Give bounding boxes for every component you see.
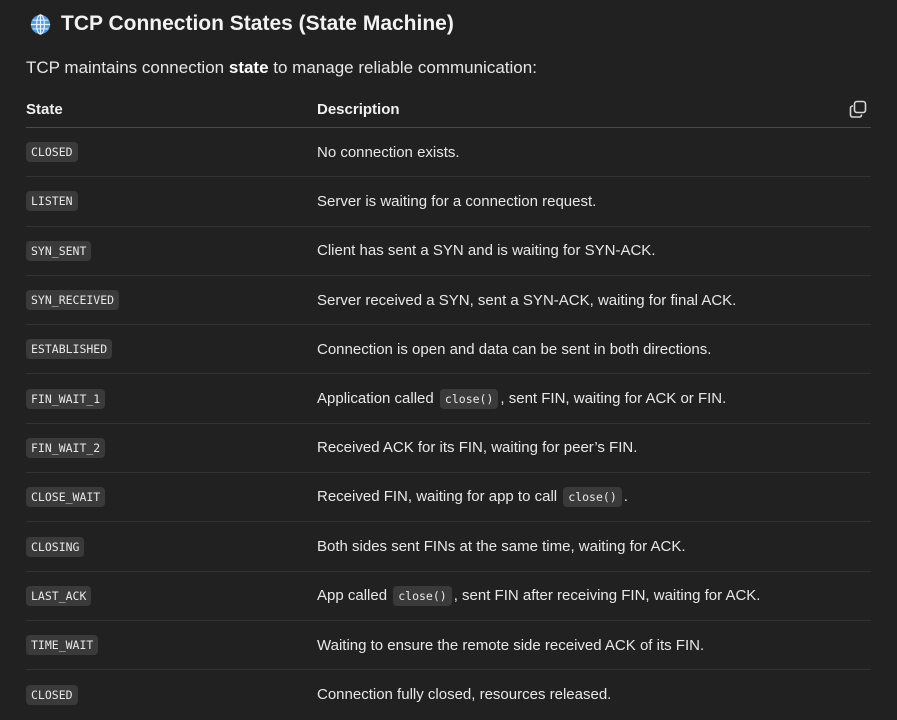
description-text: Server received a SYN, sent a SYN-ACK, w… [317, 291, 737, 309]
description-cell: Received FIN, waiting for app to call cl… [317, 487, 871, 508]
header-description: Description [317, 101, 400, 118]
states-table: State Description CLOSED No connection ex… [26, 92, 871, 720]
state-cell: CLOSED [26, 142, 317, 163]
state-code: FIN_WAIT_1 [26, 388, 106, 409]
section-heading: TCP Connection States (State Machine) [30, 12, 454, 36]
intro-paragraph: TCP maintains connection state to manage… [26, 58, 537, 77]
state-cell: CLOSING [26, 536, 317, 557]
table-row: LAST_ACK App called close(), sent FIN aft… [26, 572, 871, 621]
description-text: No connection exists. [317, 143, 460, 161]
description-text: Server is waiting for a connection reque… [317, 192, 597, 210]
copy-icon [849, 100, 867, 118]
description-cell: App called close(), sent FIN after recei… [317, 585, 871, 606]
state-code: CLOSING [26, 536, 85, 557]
heading-title: TCP Connection States (State Machine) [61, 12, 454, 35]
table-row: CLOSED Connection fully closed, resources… [26, 670, 871, 719]
description-cell: Application called close(), sent FIN, wa… [317, 388, 871, 409]
state-cell: LAST_ACK [26, 585, 317, 606]
description-text: Connection is open and data can be sent … [317, 340, 712, 358]
description-cell: Server is waiting for a connection reque… [317, 193, 871, 210]
table-row: FIN_WAIT_2 Received ACK for its FIN, wait… [26, 424, 871, 474]
copy-table-button[interactable] [849, 100, 867, 118]
description-text: Client has sent a SYN and is waiting for… [317, 242, 656, 260]
description-text: Both sides sent FINs at the same time, w… [317, 538, 686, 556]
table-row: ESTABLISHED Connection is open and data c… [26, 325, 871, 375]
description-cell: Connection is open and data can be sent … [317, 341, 871, 358]
state-code: SYN_SENT [26, 240, 92, 261]
description-cell: Both sides sent FINs at the same time, w… [317, 538, 871, 555]
description-cell: Connection fully closed, resources relea… [317, 686, 871, 703]
description-cell: Received ACK for its FIN, waiting for pe… [317, 439, 871, 456]
description-text: Received FIN, waiting for app to call [317, 488, 562, 506]
description-cell: Waiting to ensure the remote side receiv… [317, 637, 871, 654]
state-code: TIME_WAIT [26, 635, 99, 656]
state-cell: FIN_WAIT_1 [26, 388, 317, 409]
description-text: . [623, 488, 628, 506]
description-cell: Server received a SYN, sent a SYN-ACK, w… [317, 292, 871, 309]
description-text: , sent FIN after receiving FIN, waiting … [453, 586, 761, 604]
state-cell: CLOSED [26, 684, 317, 705]
state-code: CLOSED [26, 684, 78, 705]
state-code: LISTEN [26, 191, 78, 212]
inline-code: close() [563, 487, 622, 508]
state-cell: SYN_RECEIVED [26, 290, 317, 311]
state-code: LAST_ACK [26, 585, 92, 606]
description-text: , sent FIN, waiting for ACK or FIN. [500, 389, 727, 407]
state-code: FIN_WAIT_2 [26, 437, 106, 458]
table-row: TIME_WAIT Waiting to ensure the remote si… [26, 621, 871, 671]
table-row: SYN_RECEIVED Server received a SYN, sent … [26, 276, 871, 326]
table-row: LISTEN Server is waiting for a connection… [26, 177, 871, 227]
state-cell: LISTEN [26, 191, 317, 212]
state-code: ESTABLISHED [26, 339, 113, 360]
description-text: Application called [317, 389, 438, 407]
table-header: State Description [26, 92, 871, 128]
table-row: CLOSING Both sides sent FINs at the same … [26, 522, 871, 572]
intro-bold: state [228, 58, 269, 77]
state-cell: ESTABLISHED [26, 339, 317, 360]
state-cell: SYN_SENT [26, 240, 317, 261]
table-body: CLOSED No connection exists. LISTEN Server … [26, 128, 871, 720]
inline-code: close() [393, 585, 452, 606]
state-code: SYN_RECEIVED [26, 290, 120, 311]
table-row: SYN_SENT Client has sent a SYN and is wai… [26, 227, 871, 276]
header-state: State [26, 101, 63, 118]
state-code: CLOSE_WAIT [26, 487, 106, 508]
state-cell: TIME_WAIT [26, 635, 317, 656]
description-text: Connection fully closed, resources relea… [317, 686, 612, 704]
description-cell: Client has sent a SYN and is waiting for… [317, 242, 871, 259]
table-row: FIN_WAIT_1 Application called close(), se… [26, 374, 871, 424]
description-cell: No connection exists. [317, 144, 871, 161]
description-text: App called [317, 586, 392, 604]
state-code: CLOSED [26, 142, 78, 163]
state-cell: CLOSE_WAIT [26, 487, 317, 508]
description-text: Received ACK for its FIN, waiting for pe… [317, 439, 638, 457]
globe-icon [30, 13, 51, 35]
description-text: Waiting to ensure the remote side receiv… [317, 636, 705, 654]
table-row: CLOSED No connection exists. [26, 128, 871, 178]
table-row: CLOSE_WAIT Received FIN, waiting for app … [26, 473, 871, 523]
state-cell: FIN_WAIT_2 [26, 437, 317, 458]
inline-code: close() [439, 388, 499, 409]
